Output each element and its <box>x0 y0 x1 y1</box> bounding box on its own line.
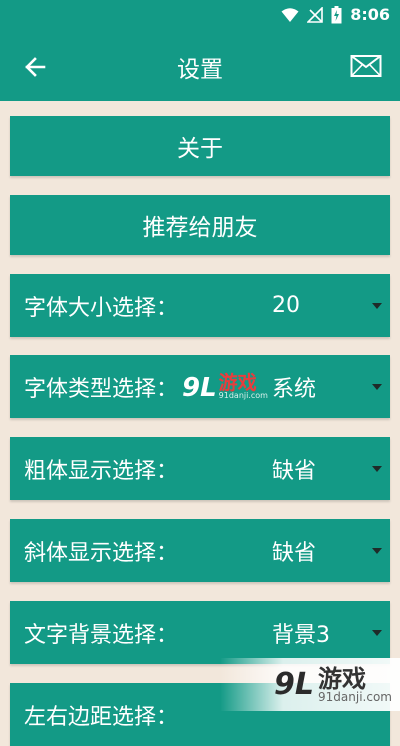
watermark-url: 91danji.com <box>318 689 392 704</box>
setting-label: 左右边距选择： <box>24 704 179 730</box>
text-background-dropdown[interactable]: 背景3 <box>270 601 390 664</box>
wifi-icon <box>281 7 299 22</box>
watermark-logo-text: 游戏 <box>318 664 367 693</box>
italic-dropdown[interactable]: 缺省 <box>270 519 390 582</box>
setting-row-italic: 斜体显示选择： 缺省 <box>10 519 390 582</box>
setting-row-text-background: 文字背景选择： 背景3 <box>10 601 390 664</box>
dropdown-value: 背景3 <box>272 622 330 648</box>
watermark-text-block: 游戏 91danji.com <box>318 667 392 703</box>
status-bar: 8:06 <box>0 0 400 32</box>
watermark-corner: 9L 游戏 91danji.com <box>220 658 400 711</box>
dropdown-caret-icon <box>372 630 382 636</box>
dropdown-value: 缺省 <box>272 540 317 566</box>
setting-label: 斜体显示选择： <box>24 540 179 566</box>
setting-label: 字体类型选择： <box>24 376 179 402</box>
dropdown-value: 20 <box>272 293 300 318</box>
recommend-button[interactable]: 推荐给朋友 <box>10 195 390 255</box>
status-icons: 8:06 <box>281 5 390 24</box>
watermark-center: 9L 游戏 91danji.com <box>182 368 268 408</box>
bold-dropdown[interactable]: 缺省 <box>270 437 390 500</box>
page-title: 设置 <box>177 56 223 83</box>
watermark-text-block: 游戏 91danji.com <box>218 372 268 401</box>
dropdown-value: 系统 <box>272 376 317 402</box>
about-label: 关于 <box>177 136 223 162</box>
dropdown-caret-icon <box>372 384 382 390</box>
status-time: 8:06 <box>350 5 390 24</box>
setting-row-font-size: 字体大小选择： 20 <box>10 274 390 337</box>
dropdown-caret-icon <box>372 303 382 309</box>
battery-charging-icon <box>331 5 342 23</box>
dropdown-caret-icon <box>372 466 382 472</box>
dropdown-value: 缺省 <box>272 458 317 484</box>
font-type-dropdown[interactable]: 系统 <box>270 355 390 418</box>
watermark-logo-number: 9L <box>274 667 315 702</box>
setting-row-bold: 粗体显示选择： 缺省 <box>10 437 390 500</box>
watermark-logo-number: 9L <box>182 373 217 403</box>
setting-label: 字体大小选择： <box>24 295 179 321</box>
about-button[interactable]: 关于 <box>10 116 390 176</box>
setting-label: 粗体显示选择： <box>24 458 179 484</box>
recommend-label: 推荐给朋友 <box>142 215 258 241</box>
app-bar: 设置 <box>0 32 400 101</box>
setting-label: 文字背景选择： <box>24 622 179 648</box>
dropdown-caret-icon <box>372 548 382 554</box>
no-signal-icon <box>307 6 324 23</box>
watermark-logo-text: 游戏 <box>218 372 257 394</box>
font-size-dropdown[interactable]: 20 <box>270 274 390 337</box>
mail-button[interactable] <box>350 54 382 78</box>
watermark-url: 91danji.com <box>218 391 268 400</box>
mail-icon <box>350 55 382 77</box>
